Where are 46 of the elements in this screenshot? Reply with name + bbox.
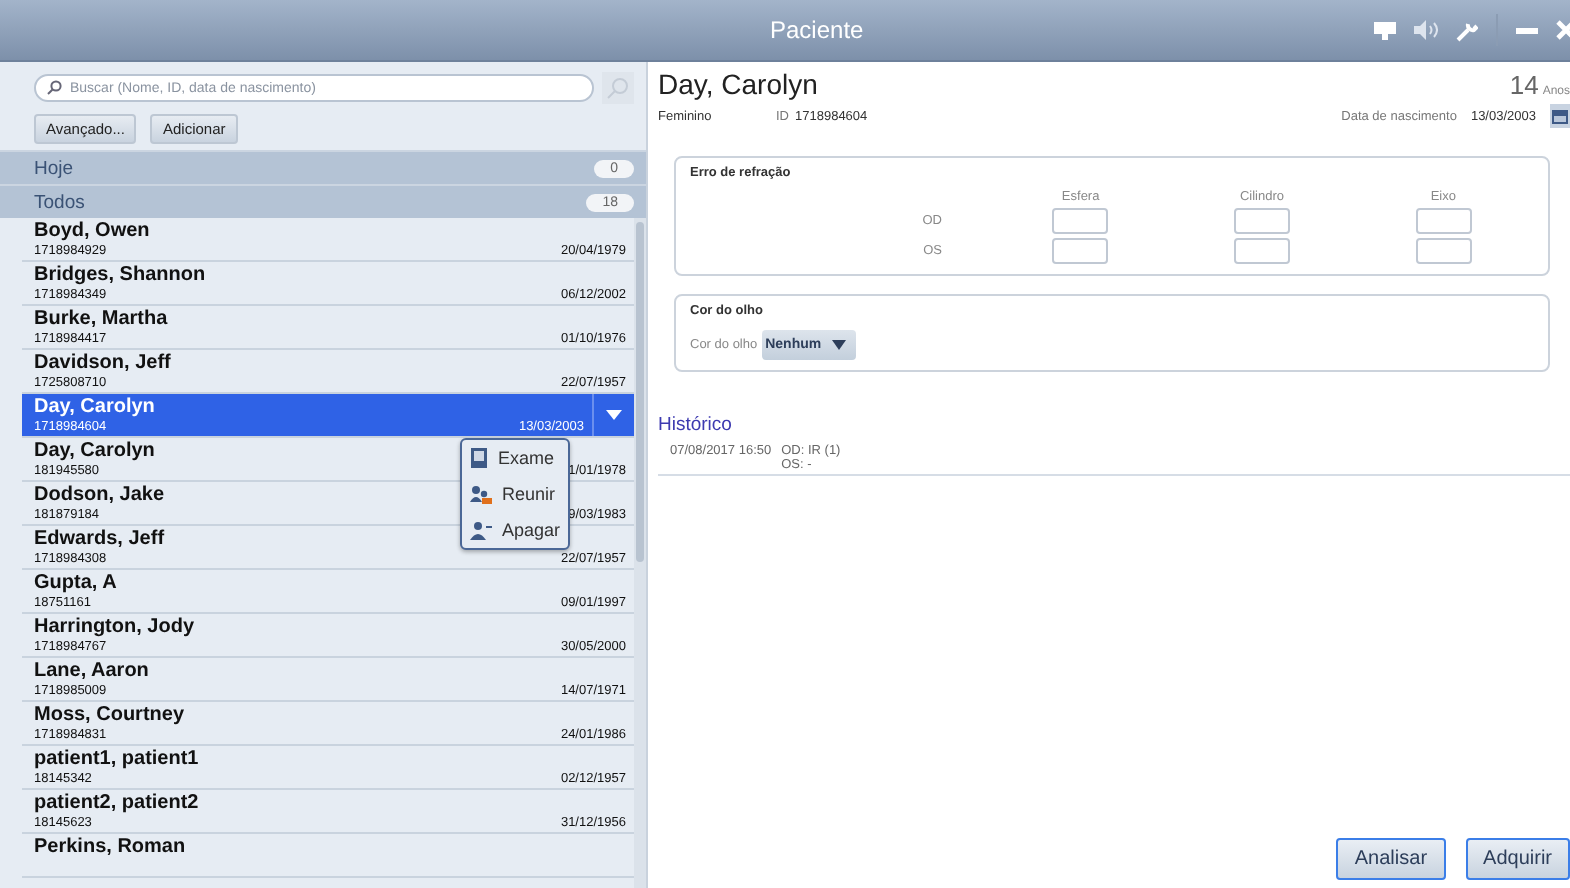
patient-name: Lane, Aaron [34, 660, 149, 682]
patient-name: Day, Carolyn [34, 440, 155, 462]
calendar-button[interactable] [1550, 104, 1570, 128]
menu-item[interactable]: Exame [462, 440, 568, 476]
search-button[interactable] [602, 72, 634, 104]
value-input[interactable] [1415, 238, 1472, 264]
patient-name: Perkins, Roman [34, 836, 186, 858]
action-button[interactable]: Analisar [1336, 838, 1446, 880]
patient-age: 14 [1509, 70, 1539, 100]
search-icon [606, 76, 630, 100]
value-input[interactable] [1233, 208, 1290, 234]
patient-name: Gupta, A [34, 572, 117, 594]
patient-name: Day, Carolyn [658, 68, 818, 100]
speaker-icon[interactable] [1414, 20, 1438, 40]
value-input[interactable] [1233, 238, 1290, 264]
action-button[interactable]: Adquirir [1465, 838, 1570, 880]
patient-name: Moss, Courtney [34, 704, 185, 726]
value-input[interactable] [1052, 208, 1109, 234]
caret-icon [606, 410, 622, 420]
patient-name: Burke, Martha [34, 308, 168, 330]
patient-name: Bridges, Shannon [34, 264, 206, 286]
patient-row[interactable]: Perkins, Roman [22, 834, 634, 878]
person-minus-icon [470, 521, 492, 539]
patient-name: patient1, patient1 [34, 748, 199, 770]
patient-name: Dodson, Jake [34, 484, 165, 506]
patient-name: Edwards, Jeff [34, 528, 165, 550]
search-icon [46, 80, 62, 96]
value-input[interactable] [1052, 238, 1109, 264]
close-icon[interactable] [1556, 20, 1570, 40]
minimize-icon[interactable] [1516, 27, 1538, 33]
wrench-icon[interactable] [1456, 19, 1478, 41]
calendar-icon [1552, 109, 1568, 123]
patient-name: patient2, patient2 [34, 792, 199, 814]
patient-name: Day, Carolyn [34, 396, 155, 418]
window-title: Paciente [770, 16, 864, 44]
history-title: Histórico [658, 414, 734, 436]
people-icon [470, 485, 492, 503]
document-icon [470, 448, 488, 468]
patient-name: Boyd, Owen [34, 220, 150, 242]
monitor-icon[interactable] [1374, 21, 1396, 39]
scrollbar[interactable] [634, 218, 646, 888]
menu-item[interactable]: Reunir [462, 476, 568, 512]
patient-name: Davidson, Jeff [34, 352, 171, 374]
patient-name: Harrington, Jody [34, 616, 195, 638]
value-input[interactable] [1415, 208, 1472, 234]
caret-icon [831, 340, 846, 350]
